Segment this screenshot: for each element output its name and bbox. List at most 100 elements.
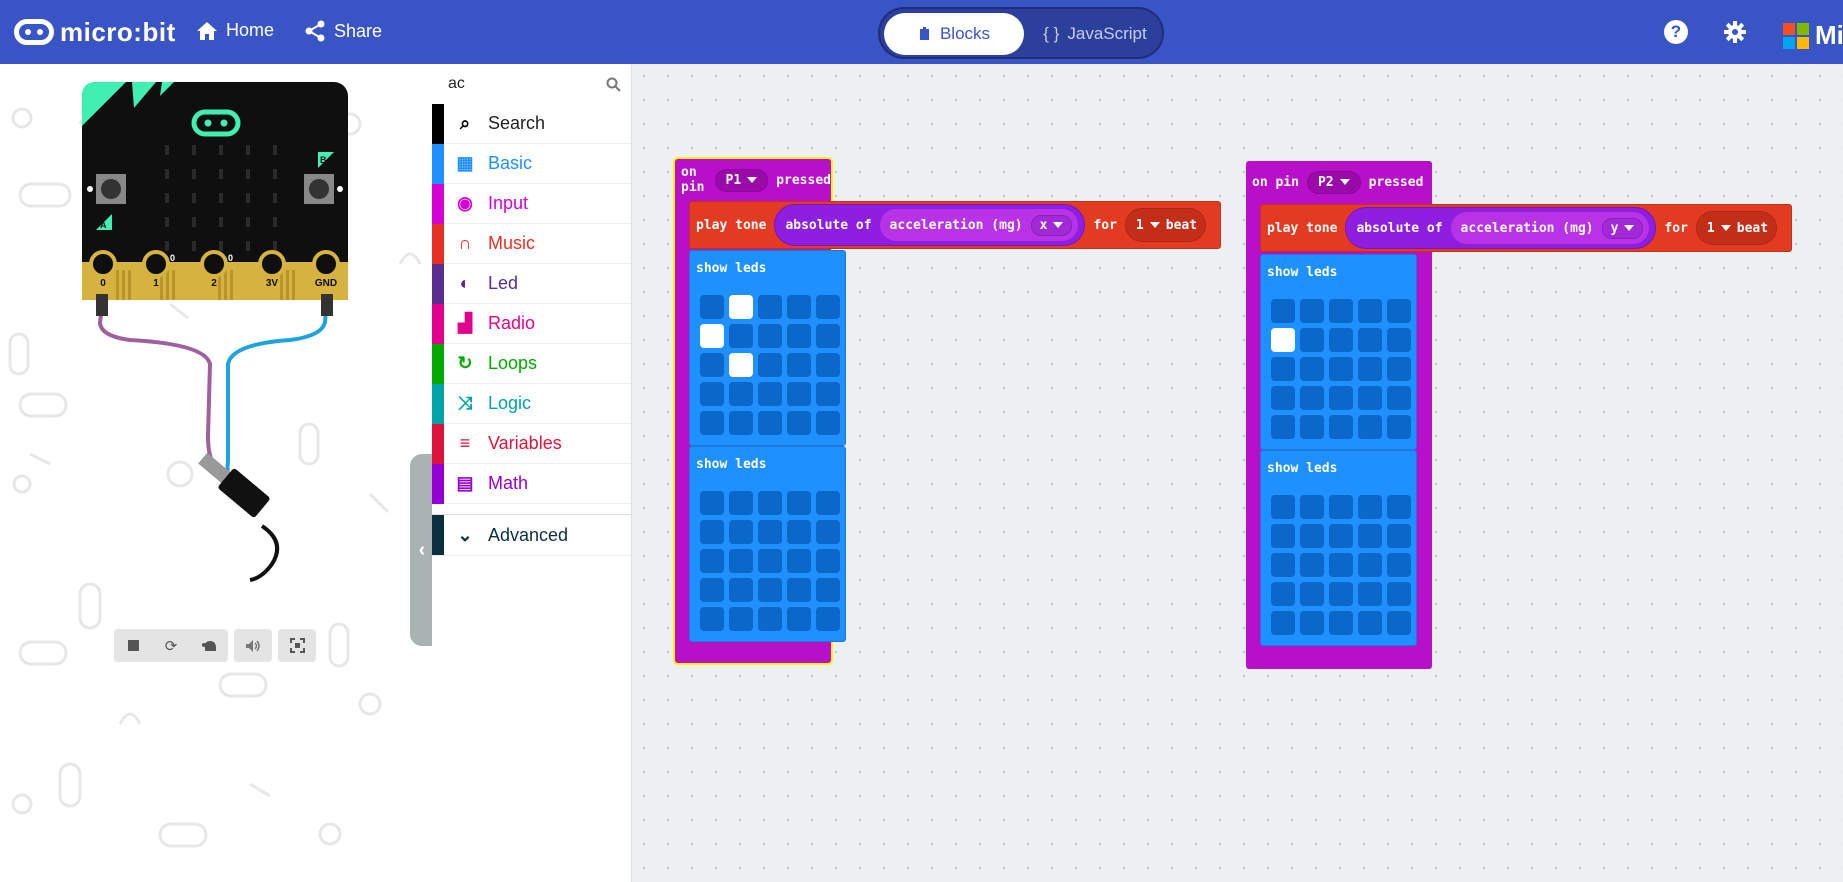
acceleration-block[interactable]: acceleration (mg) x bbox=[879, 209, 1079, 241]
mute-button[interactable] bbox=[234, 629, 272, 662]
microbit-logo[interactable]: micro:bit bbox=[14, 16, 176, 48]
led-cell[interactable] bbox=[816, 295, 840, 319]
stop-button[interactable] bbox=[114, 629, 152, 662]
led-cell[interactable] bbox=[1329, 495, 1353, 519]
led-cell[interactable] bbox=[1300, 357, 1324, 381]
led-cell[interactable] bbox=[1387, 553, 1411, 577]
led-cell[interactable] bbox=[1300, 611, 1324, 635]
on-pin-pressed-header[interactable]: on pin P2 pressed bbox=[1246, 161, 1432, 203]
led-cell[interactable] bbox=[1300, 299, 1324, 323]
toolbox-item-led[interactable]: ◐ Led bbox=[432, 264, 631, 304]
toolbox-item-math[interactable]: ▤ Math bbox=[432, 464, 631, 504]
led-cell[interactable] bbox=[1271, 524, 1295, 548]
led-cell[interactable] bbox=[729, 411, 753, 435]
led-cell[interactable] bbox=[1329, 357, 1353, 381]
gear-icon[interactable] bbox=[1723, 20, 1747, 44]
led-cell[interactable] bbox=[1329, 415, 1353, 439]
play-tone-block[interactable]: play tone absolute of acceleration (mg) … bbox=[1260, 204, 1792, 252]
led-cell[interactable] bbox=[1387, 611, 1411, 635]
led-cell[interactable] bbox=[729, 520, 753, 544]
led-cell[interactable] bbox=[700, 520, 724, 544]
toolbox-item-variables[interactable]: ≡ Variables bbox=[432, 424, 631, 464]
led-cell[interactable] bbox=[1387, 495, 1411, 519]
led-cell[interactable] bbox=[1329, 299, 1353, 323]
toolbox-advanced[interactable]: ⌄ Advanced bbox=[432, 514, 631, 556]
led-cell[interactable] bbox=[787, 607, 811, 631]
led-cell[interactable] bbox=[1358, 524, 1382, 548]
led-cell[interactable] bbox=[1271, 582, 1295, 606]
toolbox-search[interactable]: ac bbox=[432, 64, 631, 104]
led-cell[interactable] bbox=[700, 491, 724, 515]
led-cell[interactable] bbox=[700, 411, 724, 435]
toolbox-item-basic[interactable]: ▦ Basic bbox=[432, 144, 631, 184]
led-cell[interactable] bbox=[758, 491, 782, 515]
led-cell[interactable] bbox=[700, 324, 724, 348]
toolbox-item-search[interactable]: ⌕ Search bbox=[432, 104, 631, 144]
beat-dropdown[interactable]: 1 beat bbox=[1695, 211, 1778, 245]
led-cell[interactable] bbox=[1300, 524, 1324, 548]
led-cell[interactable] bbox=[1358, 415, 1382, 439]
led-cell[interactable] bbox=[816, 382, 840, 406]
led-cell[interactable] bbox=[816, 353, 840, 377]
led-cell[interactable] bbox=[758, 607, 782, 631]
led-cell[interactable] bbox=[700, 578, 724, 602]
led-cell[interactable] bbox=[1300, 553, 1324, 577]
led-cell[interactable] bbox=[758, 411, 782, 435]
show-leds-block-2b[interactable]: show leds bbox=[1260, 450, 1417, 646]
led-cell[interactable] bbox=[787, 549, 811, 573]
led-cell[interactable] bbox=[1271, 553, 1295, 577]
led-cell[interactable] bbox=[1300, 495, 1324, 519]
led-cell[interactable] bbox=[729, 549, 753, 573]
led-cell[interactable] bbox=[1329, 386, 1353, 410]
led-cell[interactable] bbox=[1358, 357, 1382, 381]
toolbox-search-input[interactable]: ac bbox=[448, 75, 465, 93]
led-cell[interactable] bbox=[1358, 582, 1382, 606]
led-cell[interactable] bbox=[1387, 357, 1411, 381]
led-cell[interactable] bbox=[700, 549, 724, 573]
led-cell[interactable] bbox=[758, 549, 782, 573]
led-cell[interactable] bbox=[1329, 524, 1353, 548]
show-leds-block-2a[interactable]: show leds bbox=[1260, 254, 1417, 450]
led-cell[interactable] bbox=[1387, 524, 1411, 548]
led-cell[interactable] bbox=[787, 578, 811, 602]
led-cell[interactable] bbox=[729, 353, 753, 377]
led-cell[interactable] bbox=[758, 520, 782, 544]
javascript-tab[interactable]: { } JavaScript bbox=[1030, 13, 1160, 55]
led-cell[interactable] bbox=[787, 295, 811, 319]
led-cell[interactable] bbox=[1271, 386, 1295, 410]
led-cell[interactable] bbox=[787, 382, 811, 406]
toolbox-item-music[interactable]: ∩ Music bbox=[432, 224, 631, 264]
led-cell[interactable] bbox=[729, 382, 753, 406]
pin-dropdown[interactable]: P2 bbox=[1306, 170, 1361, 194]
led-cell[interactable] bbox=[1358, 328, 1382, 352]
led-cell[interactable] bbox=[787, 491, 811, 515]
microsoft-logo[interactable]: Mi bbox=[1783, 20, 1843, 51]
led-cell[interactable] bbox=[1358, 299, 1382, 323]
led-cell[interactable] bbox=[787, 353, 811, 377]
collapse-simulator-button[interactable]: ‹ bbox=[410, 454, 432, 646]
led-cell[interactable] bbox=[1387, 582, 1411, 606]
led-cell[interactable] bbox=[729, 607, 753, 631]
show-leds-block-1a[interactable]: show leds bbox=[689, 250, 846, 446]
led-cell[interactable] bbox=[700, 295, 724, 319]
axis-dropdown[interactable]: y bbox=[1601, 217, 1644, 239]
led-cell[interactable] bbox=[1271, 495, 1295, 519]
led-cell[interactable] bbox=[816, 411, 840, 435]
led-cell[interactable] bbox=[816, 549, 840, 573]
share-button[interactable]: Share bbox=[304, 20, 382, 42]
toolbox-item-loops[interactable]: ↻ Loops bbox=[432, 344, 631, 384]
blocks-tab[interactable]: Blocks bbox=[884, 13, 1024, 55]
beat-dropdown[interactable]: 1 beat bbox=[1124, 208, 1207, 242]
led-cell[interactable] bbox=[700, 353, 724, 377]
led-cell[interactable] bbox=[729, 578, 753, 602]
led-cell[interactable] bbox=[787, 324, 811, 348]
led-cell[interactable] bbox=[816, 324, 840, 348]
led-cell[interactable] bbox=[1329, 582, 1353, 606]
led-cell[interactable] bbox=[1271, 415, 1295, 439]
fullscreen-button[interactable] bbox=[278, 629, 316, 662]
led-cell[interactable] bbox=[1271, 611, 1295, 635]
led-cell[interactable] bbox=[787, 520, 811, 544]
led-cell[interactable] bbox=[816, 578, 840, 602]
led-cell[interactable] bbox=[1358, 386, 1382, 410]
led-cell[interactable] bbox=[1329, 328, 1353, 352]
